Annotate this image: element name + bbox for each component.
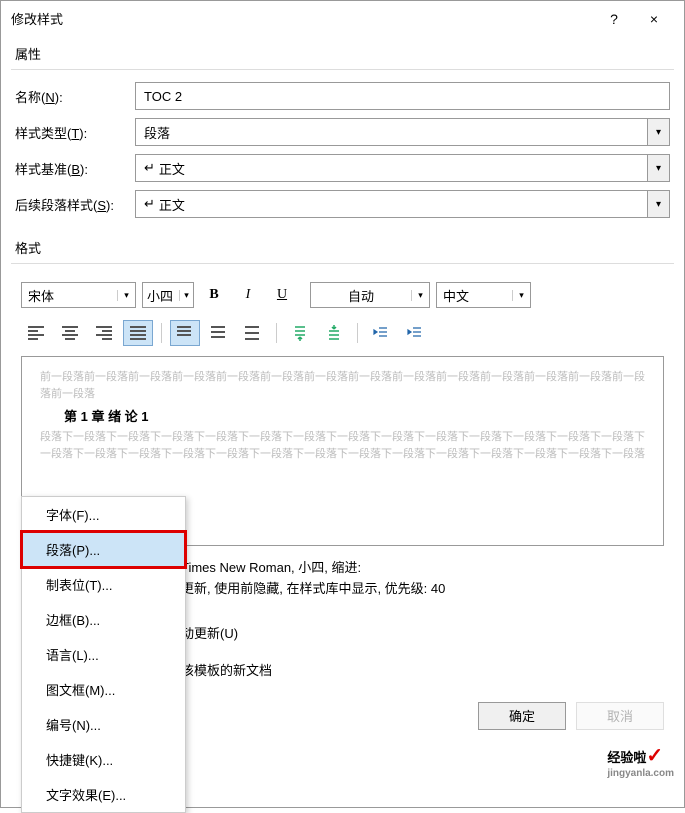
titlebar: 修改样式 ? ×	[1, 1, 684, 36]
name-label: 名称(N):	[15, 87, 135, 106]
menu-frame[interactable]: 图文框(M)...	[22, 672, 185, 707]
font-color-value: 自动	[311, 286, 411, 305]
space-before-decrease-button[interactable]	[319, 320, 349, 346]
font-size-value: 小四	[143, 286, 179, 305]
format-section-label: 格式	[1, 230, 684, 261]
properties-section-label: 属性	[1, 36, 684, 67]
align-center-button[interactable]	[55, 320, 85, 346]
following-style-label: 后续段落样式(S):	[15, 195, 135, 214]
menu-numbering[interactable]: 编号(N)...	[22, 707, 185, 742]
bold-button[interactable]: B	[200, 282, 228, 308]
separator	[276, 323, 277, 343]
menu-language[interactable]: 语言(L)...	[22, 637, 185, 672]
font-family-value: 宋体	[22, 286, 117, 305]
cancel-button[interactable]: 取消	[576, 702, 664, 730]
align-right-button[interactable]	[89, 320, 119, 346]
chevron-down-icon[interactable]: ▾	[411, 290, 429, 301]
desc-line-2: 更新, 使用前隐藏, 在样式库中显示, 优先级: 40	[181, 579, 664, 600]
chevron-down-icon[interactable]: ▾	[648, 190, 670, 218]
dialog-title: 修改样式	[11, 9, 594, 28]
based-on-select[interactable]: ↵正文	[135, 154, 648, 182]
font-size-select[interactable]: 小四 ▾	[142, 282, 194, 308]
underline-button[interactable]: U	[268, 282, 296, 308]
menu-border[interactable]: 边框(B)...	[22, 602, 185, 637]
auto-update-checkbox[interactable]: 动更新(U)	[181, 620, 664, 645]
line-spacing-1-button[interactable]	[170, 320, 200, 346]
menu-tabs[interactable]: 制表位(T)...	[22, 567, 185, 602]
name-input[interactable]	[135, 82, 670, 110]
preview-after-text: 段落下一段落下一段落下一段落下一段落下一段落下一段落下一段落下一段落下一段落下一…	[40, 429, 645, 462]
divider	[11, 69, 674, 70]
ok-button[interactable]: 确定	[478, 702, 566, 730]
align-justify-button[interactable]	[123, 320, 153, 346]
separator	[357, 323, 358, 343]
align-left-button[interactable]	[21, 320, 51, 346]
menu-texteffect[interactable]: 文字效果(E)...	[22, 777, 185, 812]
help-button[interactable]: ?	[594, 11, 634, 27]
menu-font[interactable]: 字体(F)...	[22, 497, 185, 532]
indent-increase-button[interactable]	[400, 320, 430, 346]
paragraph-toolbar	[1, 318, 684, 356]
based-on-value: 正文	[159, 159, 185, 178]
new-doc-radio[interactable]: 该模板的新文档	[181, 657, 664, 682]
check-icon: ✓	[646, 745, 663, 767]
italic-button[interactable]: I	[234, 282, 262, 308]
chevron-down-icon[interactable]: ▾	[117, 290, 135, 301]
desc-line-1: Times New Roman, 小四, 缩进:	[181, 558, 664, 579]
space-before-increase-button[interactable]	[285, 320, 315, 346]
divider	[11, 263, 674, 264]
close-button[interactable]: ×	[634, 11, 674, 27]
language-select[interactable]: 中文 ▾	[436, 282, 531, 308]
preview-before-text: 前一段落前一段落前一段落前一段落前一段落前一段落前一段落前一段落前一段落前一段落…	[40, 369, 645, 402]
style-type-label: 样式类型(T):	[15, 123, 135, 142]
language-value: 中文	[437, 286, 512, 305]
separator	[161, 323, 162, 343]
menu-paragraph[interactable]: 段落(P)...	[22, 532, 185, 567]
preview-sample-text: 第 1 章 绪 论 1	[40, 402, 645, 429]
chevron-down-icon[interactable]: ▾	[512, 290, 530, 301]
font-color-select[interactable]: 自动 ▾	[310, 282, 430, 308]
following-style-value: 正文	[159, 195, 185, 214]
following-style-select[interactable]: ↵正文	[135, 190, 648, 218]
chevron-down-icon[interactable]: ▾	[648, 154, 670, 182]
format-popup-menu: 字体(F)... 段落(P)... 制表位(T)... 边框(B)... 语言(…	[21, 496, 186, 813]
based-on-label: 样式基准(B):	[15, 159, 135, 178]
style-type-select[interactable]: 段落	[135, 118, 648, 146]
line-spacing-15-button[interactable]	[204, 320, 234, 346]
chevron-down-icon[interactable]: ▾	[179, 290, 193, 301]
font-family-select[interactable]: 宋体 ▾	[21, 282, 136, 308]
line-spacing-2-button[interactable]	[238, 320, 268, 346]
chevron-down-icon[interactable]: ▾	[648, 118, 670, 146]
watermark: 经验啦✓ jingyanla.com	[607, 743, 674, 779]
indent-decrease-button[interactable]	[366, 320, 396, 346]
menu-shortcut[interactable]: 快捷键(K)...	[22, 742, 185, 777]
